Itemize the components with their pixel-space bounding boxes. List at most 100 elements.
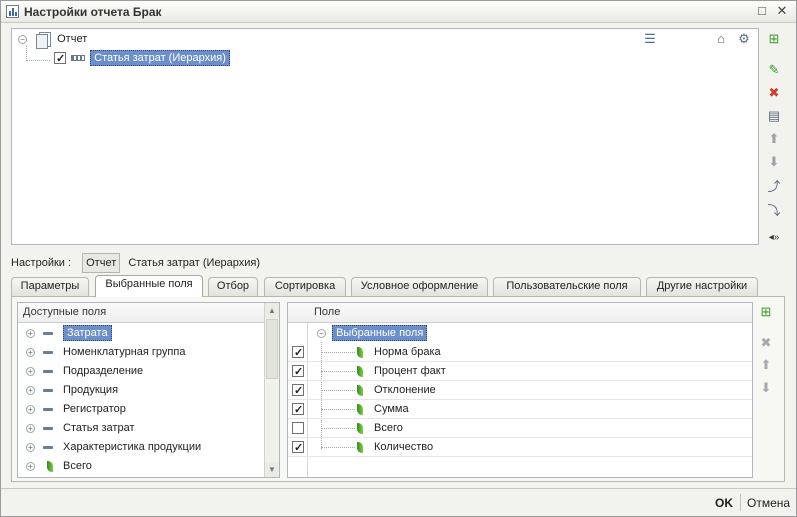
expand-icon[interactable]: + <box>26 461 35 471</box>
available-field-item[interactable]: + Статья затрат <box>18 419 264 438</box>
expand-icon[interactable]: + <box>26 328 35 338</box>
scroll-down-icon[interactable]: ▼ <box>265 462 279 477</box>
field-label: Норма брака <box>374 346 441 358</box>
group-fields-icon[interactable]: ⌂ <box>713 31 729 47</box>
settings-report-button[interactable]: Отчет <box>82 253 121 273</box>
selected-field-row[interactable]: Отклонение <box>288 381 752 401</box>
field-label: Отклонение <box>374 384 436 396</box>
row-separator <box>288 456 752 457</box>
available-field-item[interactable]: + Всего <box>18 457 264 476</box>
tab-conditional-formatting[interactable]: Условное оформление <box>351 277 488 296</box>
dimension-icon <box>43 407 53 411</box>
scroll-thumb[interactable] <box>266 319 278 379</box>
tree-line <box>26 46 27 61</box>
field-label: Регистратор <box>63 403 126 415</box>
selected-field-row[interactable]: Норма брака <box>288 343 752 363</box>
expand-icon[interactable]: + <box>26 442 35 452</box>
field-checkbox[interactable] <box>292 422 304 434</box>
available-fields-scrollbar[interactable]: ▲ ▼ <box>264 303 279 477</box>
move-down-icon[interactable]: ⬇ <box>765 153 783 171</box>
selected-field-row[interactable]: Количество <box>288 438 752 458</box>
field-checkbox[interactable] <box>292 382 304 401</box>
expand-icon[interactable]: + <box>26 404 35 414</box>
close-button[interactable]: ✕ <box>774 4 790 19</box>
field-checkbox[interactable] <box>292 344 304 363</box>
collapse-icon[interactable]: − <box>317 328 326 338</box>
grouping-icon <box>71 55 86 62</box>
properties-icon[interactable]: ▤ <box>765 107 783 125</box>
report-icon <box>6 5 19 18</box>
field-label: Характеристика продукции <box>63 441 202 453</box>
tab-sorting[interactable]: Сортировка <box>264 277 346 296</box>
structure-settings-icon[interactable]: ⚙ <box>736 31 752 47</box>
available-field-item[interactable]: + Затрата <box>18 324 264 343</box>
maximize-button[interactable]: □ <box>754 4 770 19</box>
tree-node-label: Отчет <box>57 33 88 45</box>
resource-icon <box>357 404 363 415</box>
move-field-up-icon[interactable]: ⬆ <box>758 357 774 373</box>
move-level-down-icon[interactable]: ⤵ <box>765 202 783 220</box>
tab-other-settings[interactable]: Другие настройки <box>646 277 758 296</box>
selected-fields-group[interactable]: − Выбранные поля <box>288 324 752 343</box>
available-field-item[interactable]: + Подразделение <box>18 362 264 381</box>
scroll-up-icon[interactable]: ▲ <box>265 303 279 318</box>
tree-node-cost-item-hierarchy[interactable]: Статья затрат (Иерархия) <box>54 49 230 68</box>
tab-parameters[interactable]: Параметры <box>11 277 89 296</box>
available-field-item[interactable]: + Характеристика продукции <box>18 438 264 457</box>
field-checkbox[interactable] <box>292 401 304 420</box>
report-structure-tree[interactable]: − Отчет Статья затрат (Иерархия) ☰ ⌂ ⚙ <box>11 28 759 245</box>
selected-fields-list[interactable]: Поле − Выбранные поля Норма брака Процент… <box>287 302 753 478</box>
tree-node-checkbox[interactable] <box>54 50 66 68</box>
settings-label: Настройки : <box>11 257 72 269</box>
dimension-icon <box>43 445 53 449</box>
tab-user-fields[interactable]: Пользовательские поля <box>493 277 641 296</box>
field-label: Номенклатурная группа <box>63 346 186 358</box>
selected-field-row[interactable]: Всего <box>288 419 752 438</box>
available-fields-list[interactable]: Доступные поля + Затрата + Номенклатурная г… <box>17 302 280 478</box>
settings-window: Настройки отчета Брак □ ✕ − Отчет Статья… <box>0 0 797 517</box>
expand-icon[interactable]: + <box>26 423 35 433</box>
expand-icon[interactable]: + <box>26 366 35 376</box>
more-actions-icon[interactable]: ◂» <box>765 229 783 247</box>
available-fields-header: Доступные поля <box>18 303 264 323</box>
collapse-icon[interactable]: − <box>18 34 27 44</box>
resource-icon <box>357 366 363 377</box>
available-field-item[interactable]: + Номенклатурная группа <box>18 343 264 362</box>
available-field-item[interactable]: + Регистратор <box>18 400 264 419</box>
selected-field-row[interactable]: Сумма <box>288 400 752 420</box>
dialog-footer: OK Отмена <box>1 488 796 516</box>
field-checkbox[interactable] <box>292 439 304 458</box>
add-field-icon[interactable]: ⊞ <box>758 304 774 320</box>
resource-icon <box>357 347 363 358</box>
delete-icon[interactable]: ✖ <box>765 84 783 102</box>
cancel-button[interactable]: Отмена <box>747 496 790 510</box>
settings-path-text: Статья затрат (Иерархия) <box>128 257 261 269</box>
remove-field-icon[interactable]: ✖ <box>758 335 774 351</box>
selected-fields-header: Поле <box>288 303 752 323</box>
window-title: Настройки отчета Брак <box>24 5 162 19</box>
tab-filter[interactable]: Отбор <box>208 277 258 296</box>
tree-line <box>321 447 355 448</box>
tab-selected-fields[interactable]: Выбранные поля <box>95 275 203 297</box>
tree-line <box>321 428 355 429</box>
selected-field-row[interactable]: Процент факт <box>288 362 752 382</box>
edit-pencil-icon[interactable]: ✎ <box>765 61 783 79</box>
available-field-item[interactable]: + Продукция <box>18 381 264 400</box>
dimension-icon <box>43 350 53 354</box>
table-structure-icon[interactable]: ☰ <box>642 31 658 47</box>
tree-node-label: Статья затрат (Иерархия) <box>90 50 230 66</box>
field-label: Всего <box>63 460 92 472</box>
dimension-icon <box>43 369 53 373</box>
add-group-icon[interactable]: ⊞ <box>765 30 783 48</box>
field-label: Всего <box>374 422 403 434</box>
field-checkbox[interactable] <box>292 363 304 382</box>
tree-node-report[interactable]: − Отчет <box>18 30 88 49</box>
move-field-down-icon[interactable]: ⬇ <box>758 380 774 396</box>
expand-icon[interactable]: + <box>26 385 35 395</box>
resource-icon <box>357 385 363 396</box>
move-level-up-icon[interactable]: ⤴ <box>765 178 783 196</box>
field-label: Статья затрат <box>63 422 135 434</box>
move-up-icon[interactable]: ⬆ <box>765 130 783 148</box>
expand-icon[interactable]: + <box>26 347 35 357</box>
ok-button[interactable]: OK <box>715 496 733 510</box>
